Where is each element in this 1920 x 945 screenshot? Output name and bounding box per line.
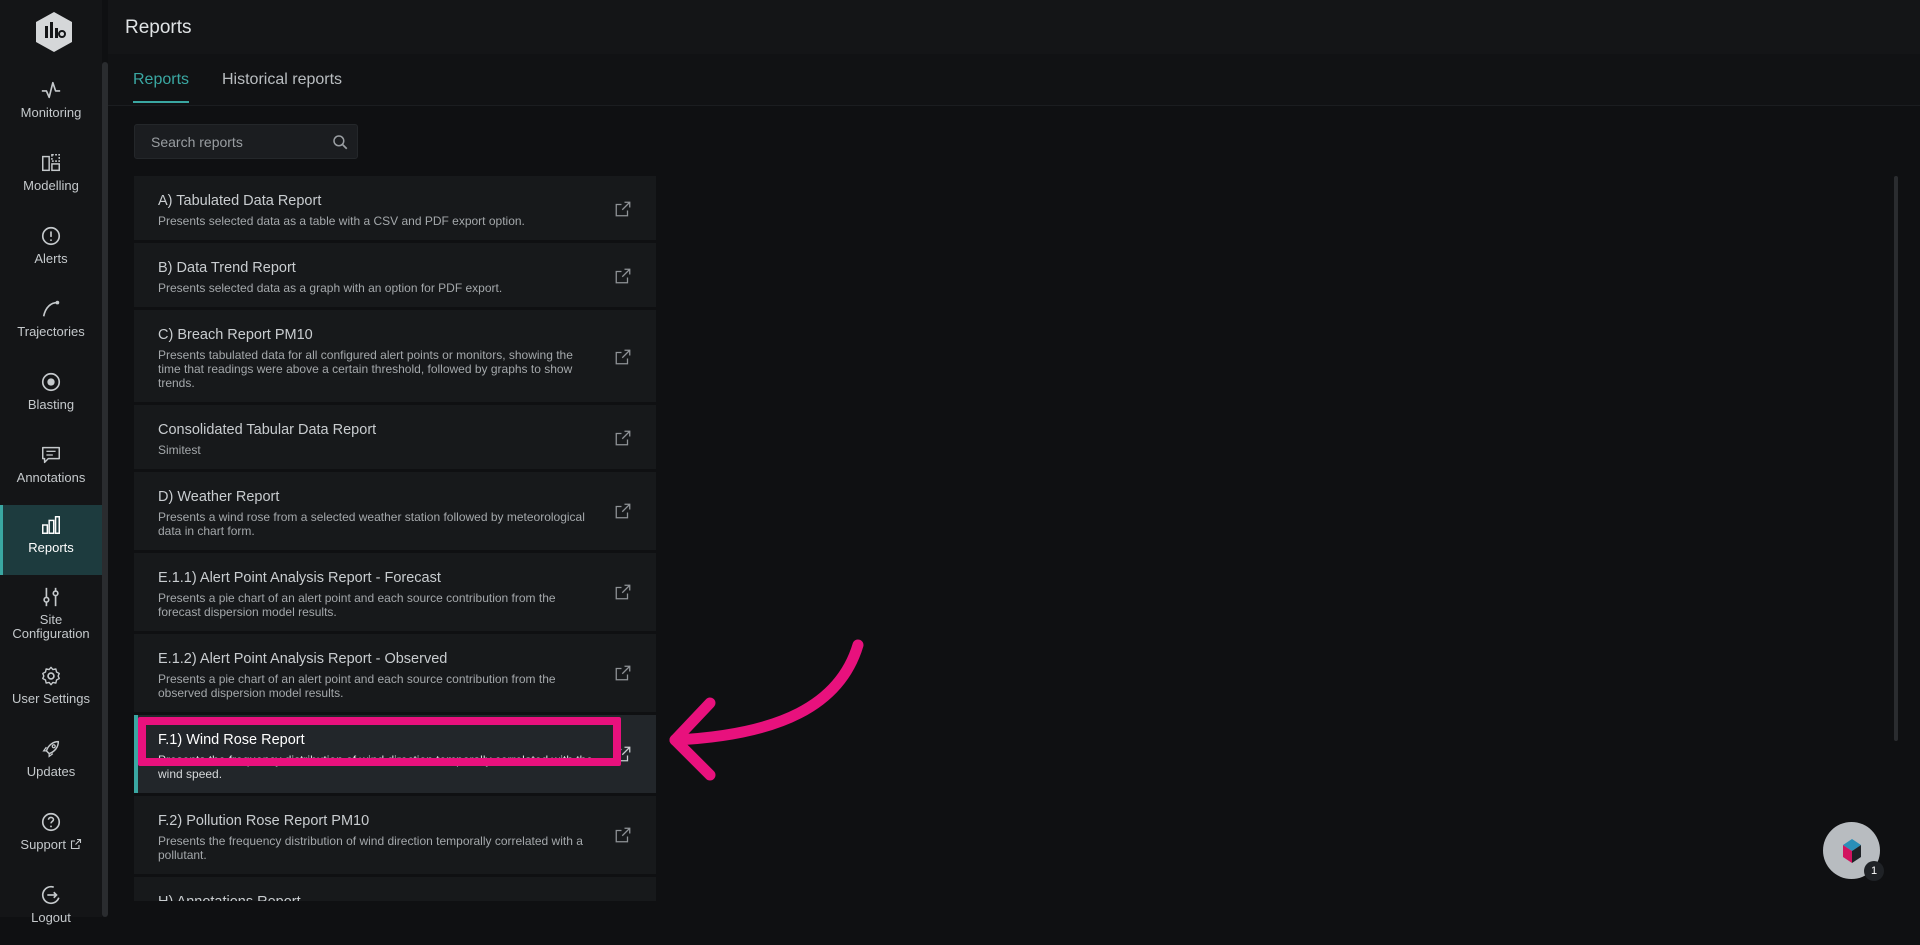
- sidebar-item-site-configuration[interactable]: Site Configuration: [0, 577, 102, 647]
- report-item-alert-point-observed[interactable]: E.1.2) Alert Point Analysis Report - Obs…: [134, 634, 656, 714]
- search-box: [134, 124, 358, 159]
- tab-label: Reports: [133, 71, 190, 88]
- tab-bar: Reports Historical reports: [108, 54, 1920, 106]
- report-title: A) Tabulated Data Report: [158, 193, 322, 209]
- bar-chart-icon: [39, 513, 63, 537]
- page-header: Reports: [108, 0, 1920, 54]
- report-item-weather[interactable]: D) Weather Report Presents a wind rose f…: [134, 472, 656, 552]
- report-title: H) Annotations Report: [158, 893, 596, 901]
- report-item-data-trend[interactable]: B) Data Trend Report Presents selected d…: [134, 243, 656, 309]
- sidebar-item-label: Logout: [31, 910, 71, 925]
- search-icon[interactable]: [331, 133, 349, 151]
- external-link-icon[interactable]: [614, 429, 632, 447]
- sidebar-item-label: Updates: [26, 764, 76, 779]
- help-circle-icon: [39, 810, 63, 834]
- logo-hex-icon: [36, 12, 72, 52]
- pulse-icon: [39, 78, 63, 102]
- report-title: E.1.1) Alert Point Analysis Report - For…: [158, 570, 441, 586]
- external-link-icon[interactable]: [614, 664, 632, 682]
- sidebar-item-label: Modelling: [23, 178, 79, 193]
- comment-icon: [39, 443, 63, 467]
- sidebar-item-annotations[interactable]: Annotations: [0, 435, 102, 505]
- sidebar-item-label: Reports: [28, 540, 74, 555]
- report-item-alert-point-forecast[interactable]: E.1.1) Alert Point Analysis Report - For…: [134, 553, 656, 633]
- report-title: B) Data Trend Report: [158, 260, 296, 276]
- report-item-annotations[interactable]: H) Annotations Report: [134, 877, 656, 901]
- sidebar-item-label: Blasting: [27, 397, 75, 412]
- curve-icon: [39, 297, 63, 321]
- report-item-consolidated-tabular[interactable]: Consolidated Tabular Data Report Simites…: [134, 405, 656, 471]
- report-item-tabulated-data[interactable]: A) Tabulated Data Report Presents select…: [134, 176, 656, 242]
- report-title: E.1.2) Alert Point Analysis Report - Obs…: [158, 651, 448, 667]
- external-link-icon[interactable]: [614, 267, 632, 285]
- report-item-breach-pm10[interactable]: C) Breach Report PM10 Presents tabulated…: [134, 310, 656, 404]
- sidebar: Monitoring Modelling Alerts Trajectories…: [0, 0, 102, 925]
- report-title: Consolidated Tabular Data Report: [158, 422, 377, 438]
- report-title: F.2) Pollution Rose Report PM10: [158, 813, 370, 829]
- layout-icon: [39, 151, 63, 175]
- sidebar-item-modelling[interactable]: Modelling: [0, 143, 102, 213]
- sidebar-item-label: Alerts: [34, 251, 68, 266]
- gear-icon: [39, 664, 63, 688]
- logout-icon: [39, 883, 63, 907]
- tab-historical-reports[interactable]: Historical reports: [222, 71, 342, 89]
- sidebar-scrollbar[interactable]: [102, 62, 108, 917]
- sidebar-item-label: User Settings: [11, 691, 91, 706]
- search-input[interactable]: [135, 125, 325, 158]
- page-title: Reports: [125, 17, 192, 38]
- report-description: Presents selected data as a table with a…: [158, 214, 525, 228]
- app-logo[interactable]: [34, 10, 74, 54]
- report-item-pollution-rose[interactable]: F.2) Pollution Rose Report PM10 Presents…: [134, 796, 656, 876]
- alert-circle-icon: [39, 224, 63, 248]
- sidebar-item-support[interactable]: Support: [0, 802, 102, 872]
- report-title: D) Weather Report: [158, 489, 280, 505]
- report-description: Presents the frequency distribution of w…: [158, 834, 583, 862]
- external-link-icon[interactable]: [614, 348, 632, 366]
- rocket-icon: [39, 737, 63, 761]
- sidebar-item-blasting[interactable]: Blasting: [0, 362, 102, 432]
- sidebar-item-trajectories[interactable]: Trajectories: [0, 289, 102, 359]
- report-description: Presents tabulated data for all configur…: [158, 348, 573, 390]
- sidebar-item-label: Monitoring: [20, 105, 82, 120]
- report-description: Presents a pie chart of an alert point a…: [158, 672, 556, 700]
- sidebar-item-user-settings[interactable]: User Settings: [0, 656, 102, 726]
- content-scrollbar[interactable]: [1894, 176, 1898, 741]
- chat-widget-button[interactable]: 1: [1823, 822, 1884, 881]
- sidebar-item-updates[interactable]: Updates: [0, 729, 102, 799]
- report-description: Simitest: [158, 443, 201, 457]
- external-link-icon[interactable]: [614, 200, 632, 218]
- target-icon: [39, 370, 63, 394]
- sidebar-item-logout[interactable]: Logout: [0, 875, 102, 945]
- report-description: Presents a wind rose from a selected wea…: [158, 510, 585, 538]
- external-link-icon: [70, 838, 81, 850]
- chat-logo-icon: [1842, 838, 1861, 863]
- sidebar-item-alerts[interactable]: Alerts: [0, 216, 102, 286]
- report-description: Presents selected data as a graph with a…: [158, 281, 503, 295]
- sidebar-item-monitoring[interactable]: Monitoring: [0, 70, 102, 140]
- external-link-icon[interactable]: [614, 502, 632, 520]
- sidebar-item-label: Annotations: [16, 470, 86, 485]
- external-link-icon[interactable]: [614, 583, 632, 601]
- sidebar-item-label: Site Configuration: [12, 612, 90, 641]
- sidebar-item-reports[interactable]: Reports: [0, 505, 102, 575]
- sliders-icon: [39, 585, 63, 609]
- tab-label: Historical reports: [222, 71, 343, 88]
- report-title: C) Breach Report PM10: [158, 327, 313, 343]
- annotation-arrow-icon: [669, 639, 864, 781]
- notification-badge: 1: [1864, 861, 1884, 881]
- annotation-highlight-box: [138, 717, 621, 766]
- active-tab-indicator: [133, 101, 190, 103]
- report-list: A) Tabulated Data Report Presents select…: [134, 176, 656, 901]
- report-description: Presents a pie chart of an alert point a…: [158, 591, 556, 619]
- external-link-icon[interactable]: [614, 826, 632, 844]
- sidebar-item-label: Trajectories: [17, 324, 85, 339]
- sidebar-item-label: Support: [20, 838, 81, 852]
- tab-reports[interactable]: Reports: [133, 71, 190, 103]
